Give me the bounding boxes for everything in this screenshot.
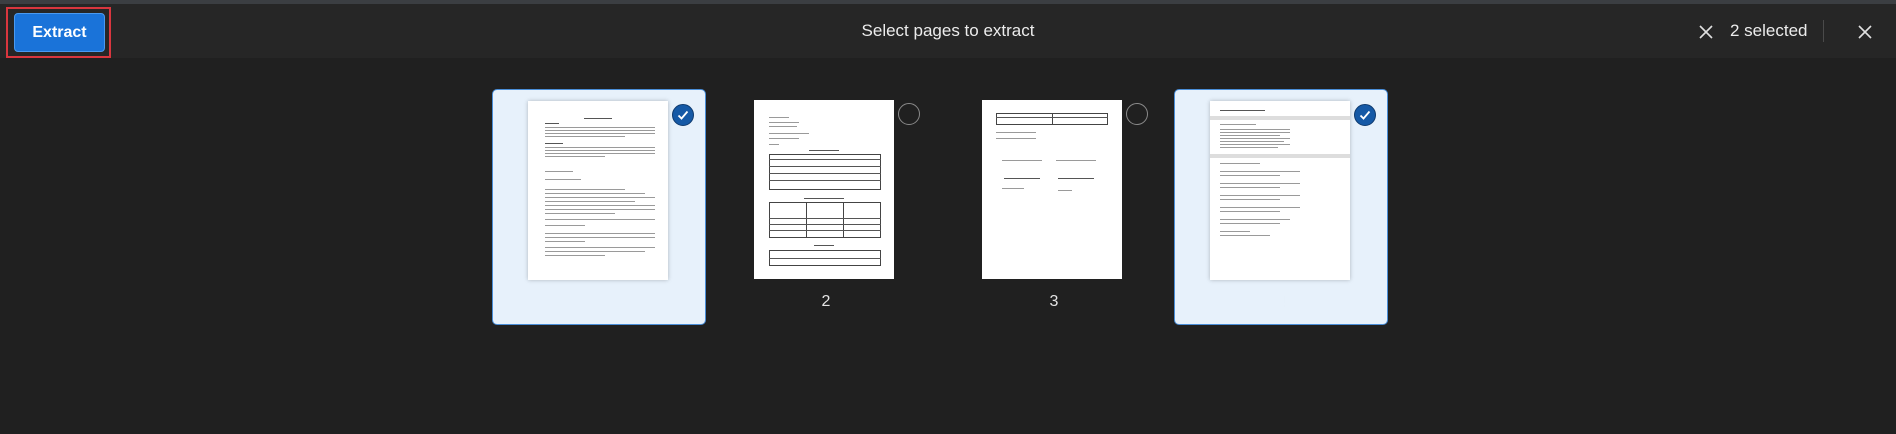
toolbar-divider bbox=[1823, 20, 1824, 42]
page-number: 1 bbox=[595, 294, 605, 311]
page-checkbox-4[interactable] bbox=[1354, 104, 1376, 126]
page-preview bbox=[982, 100, 1122, 279]
page-checkbox-2[interactable] bbox=[898, 103, 920, 125]
close-icon bbox=[1699, 25, 1713, 39]
page-thumbnail-2[interactable]: 2 bbox=[719, 89, 933, 325]
page-preview bbox=[754, 100, 894, 279]
close-icon bbox=[1858, 25, 1872, 39]
selection-count: 2 selected bbox=[1730, 21, 1808, 40]
page-preview bbox=[1210, 101, 1350, 280]
page-checkbox-3[interactable] bbox=[1126, 103, 1148, 125]
page-number: 2 bbox=[821, 293, 831, 310]
close-dialog-button[interactable] bbox=[1853, 20, 1877, 44]
page-preview bbox=[528, 101, 668, 280]
page-number: 4 bbox=[1277, 294, 1287, 311]
page-thumbnail-3[interactable]: 3 bbox=[947, 89, 1161, 325]
check-icon bbox=[677, 110, 689, 120]
page-thumbnail-1[interactable]: 1 bbox=[492, 89, 706, 325]
page-checkbox-1[interactable] bbox=[672, 104, 694, 126]
check-icon bbox=[1359, 110, 1371, 120]
page-thumbnail-4[interactable]: 4 bbox=[1174, 89, 1388, 325]
toolbar: Extract Select pages to extract 2 select… bbox=[0, 4, 1896, 58]
page-number: 3 bbox=[1049, 293, 1059, 310]
extract-button[interactable]: Extract bbox=[14, 13, 105, 52]
dialog-title: Select pages to extract bbox=[861, 21, 1035, 40]
clear-selection-button[interactable] bbox=[1694, 20, 1718, 44]
